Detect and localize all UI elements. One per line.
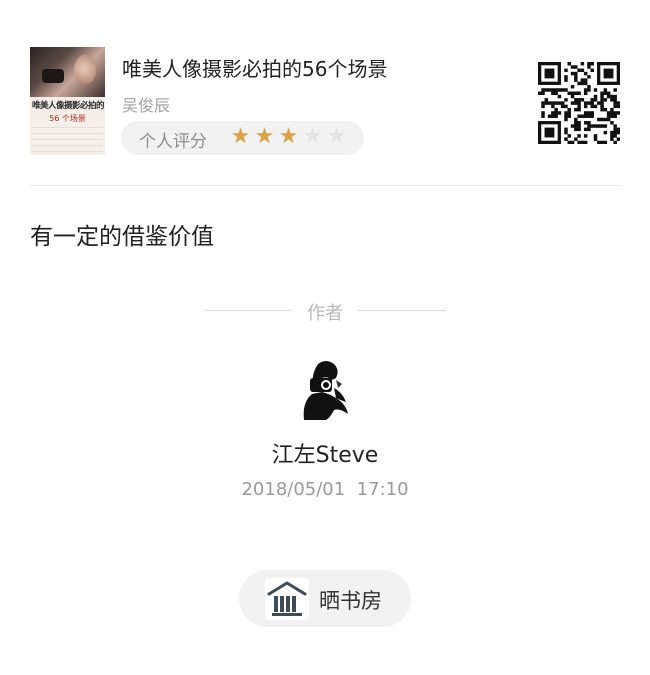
- cover-title: 唯美人像摄影必拍的: [32, 101, 105, 111]
- section-rule-left: [204, 310, 292, 311]
- divider: [30, 185, 620, 186]
- star-icon: ★: [278, 124, 299, 149]
- cover-face: [74, 55, 96, 85]
- share-bookshelf-button[interactable]: 晒书房: [239, 570, 411, 627]
- author-name[interactable]: 江左Steve: [0, 437, 650, 469]
- review-text: 有一定的借鉴价值: [30, 224, 214, 250]
- book-cover-image[interactable]: 唯美人像摄影必拍的 56 个场景: [30, 47, 105, 155]
- cover-photo: [30, 47, 105, 97]
- book-title[interactable]: 唯美人像摄影必拍的56个场景: [122, 53, 387, 82]
- rating-stars: ★ ★ ★ ★ ★: [229, 125, 348, 149]
- cover-subtitle: 56 个场景: [49, 114, 86, 123]
- star-icon: ★: [326, 124, 347, 149]
- bookshelf-icon: [265, 578, 309, 620]
- star-icon: ★: [302, 124, 323, 149]
- cover-fine-print: [32, 127, 103, 155]
- post-timestamp: 2018/05/01 17:10: [241, 479, 409, 500]
- author-section-heading: 作者: [307, 303, 343, 324]
- avatar[interactable]: [296, 358, 354, 422]
- qr-code-icon[interactable]: [538, 62, 620, 144]
- rating-label: 个人评分: [139, 132, 207, 152]
- cover-camera: [42, 69, 64, 83]
- star-icon: ★: [230, 124, 251, 149]
- rating-pill: 个人评分 ★ ★ ★ ★ ★: [121, 121, 364, 155]
- star-icon: ★: [254, 124, 275, 149]
- book-author: 吴俊辰: [122, 96, 171, 115]
- section-rule-right: [358, 310, 446, 311]
- share-bookshelf-label: 晒书房: [319, 589, 382, 613]
